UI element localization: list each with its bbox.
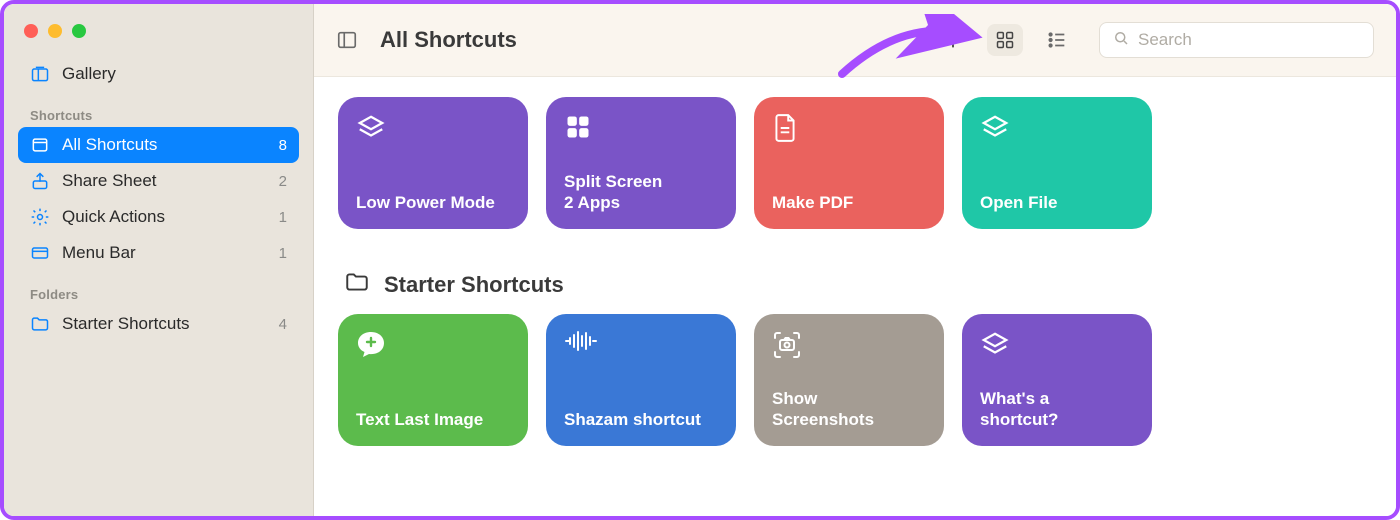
wave-icon	[564, 330, 594, 360]
camera-corners-icon	[772, 330, 802, 360]
search-input[interactable]	[1138, 30, 1361, 50]
sidebar-item-label: Starter Shortcuts	[62, 314, 267, 334]
sidebar-item-label: All Shortcuts	[62, 135, 267, 155]
sidebar-item-label: Gallery	[62, 64, 287, 84]
window-controls	[18, 16, 299, 56]
close-window-button[interactable]	[24, 24, 38, 38]
shortcut-card-2[interactable]: Make PDF	[754, 97, 944, 229]
main-panel: All Shortcuts Low Power Mode Split Screen…	[314, 4, 1396, 516]
shortcut-card-0[interactable]: Low Power Mode	[338, 97, 528, 229]
sidebar-item-menu-bar[interactable]: Menu Bar 1	[18, 235, 299, 271]
starter-card-2[interactable]: Show Screenshots	[754, 314, 944, 446]
card-title: Low Power Mode	[356, 192, 510, 213]
sidebar-heading-folders: Folders	[18, 271, 299, 306]
gear-icon	[30, 207, 50, 227]
minimize-window-button[interactable]	[48, 24, 62, 38]
sidebar: Gallery Shortcuts All Shortcuts 8 Share …	[4, 4, 314, 516]
add-button[interactable]	[935, 24, 971, 56]
card-title: Shazam shortcut	[564, 409, 718, 430]
card-title: Split Screen 2 Apps	[564, 171, 718, 214]
list-view-button[interactable]	[1039, 24, 1075, 56]
sidebar-item-count: 1	[279, 245, 287, 262]
sidebar-item-gallery[interactable]: Gallery	[18, 56, 299, 92]
shortcut-card-1[interactable]: Split Screen 2 Apps	[546, 97, 736, 229]
sidebar-item-all-shortcuts[interactable]: All Shortcuts 8	[18, 127, 299, 163]
content-area: Low Power Mode Split Screen 2 Apps Make PD…	[314, 77, 1396, 516]
card-title: What's a shortcut?	[980, 388, 1134, 431]
starter-card-0[interactable]: Text Last Image	[338, 314, 528, 446]
card-title: Text Last Image	[356, 409, 510, 430]
sidebar-item-count: 2	[279, 173, 287, 190]
sidebar-item-count: 4	[279, 316, 287, 333]
search-icon	[1112, 29, 1130, 52]
sidebar-item-label: Quick Actions	[62, 207, 267, 227]
section-header-starter: Starter Shortcuts	[338, 229, 1372, 306]
sidebar-item-share-sheet[interactable]: Share Sheet 2	[18, 163, 299, 199]
starter-shortcuts-row: Text Last Image Shazam shortcut Show Scree…	[338, 306, 1372, 446]
sidebar-item-label: Menu Bar	[62, 243, 267, 263]
card-title: Make PDF	[772, 192, 926, 213]
folder-icon	[344, 269, 370, 300]
card-title: Show Screenshots	[772, 388, 926, 431]
toggle-sidebar-icon[interactable]	[336, 29, 358, 51]
sidebar-heading-shortcuts: Shortcuts	[18, 92, 299, 127]
sidebar-item-count: 1	[279, 209, 287, 226]
app-window: Gallery Shortcuts All Shortcuts 8 Share …	[0, 0, 1400, 520]
grid4-icon	[564, 113, 594, 143]
section-title: Starter Shortcuts	[384, 272, 564, 298]
starter-card-1[interactable]: Shazam shortcut	[546, 314, 736, 446]
menubar-icon	[30, 243, 50, 263]
page-title: All Shortcuts	[380, 27, 517, 53]
starter-card-3[interactable]: What's a shortcut?	[962, 314, 1152, 446]
file-icon	[772, 113, 802, 143]
sidebar-folder-starter-shortcuts[interactable]: Starter Shortcuts 4	[18, 306, 299, 342]
sidebar-item-quick-actions[interactable]: Quick Actions 1	[18, 199, 299, 235]
chat-plus-icon	[356, 330, 386, 360]
layers-icon	[980, 330, 1010, 360]
all-shortcuts-icon	[30, 135, 50, 155]
shortcut-card-3[interactable]: Open File	[962, 97, 1152, 229]
sidebar-item-label: Share Sheet	[62, 171, 267, 191]
zoom-window-button[interactable]	[72, 24, 86, 38]
share-icon	[30, 171, 50, 191]
grid-view-button[interactable]	[987, 24, 1023, 56]
layers-icon	[356, 113, 386, 143]
layers-icon	[980, 113, 1010, 143]
sidebar-item-count: 8	[279, 137, 287, 154]
card-title: Open File	[980, 192, 1134, 213]
search-field[interactable]	[1099, 22, 1374, 58]
folder-icon	[30, 314, 50, 334]
gallery-icon	[30, 64, 50, 84]
toolbar: All Shortcuts	[314, 4, 1396, 77]
top-shortcuts-row: Low Power Mode Split Screen 2 Apps Make PD…	[338, 77, 1372, 229]
